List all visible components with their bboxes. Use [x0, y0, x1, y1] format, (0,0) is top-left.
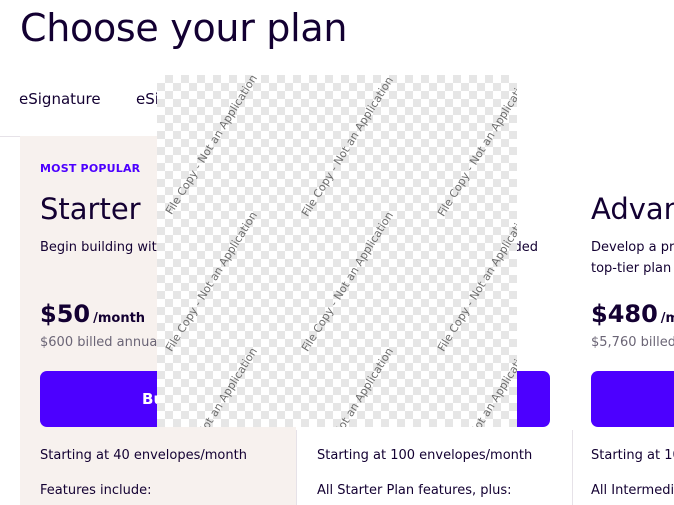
- plan-price: $480/mo: [591, 300, 674, 328]
- watermark-text: File Copy - Not an Application: [163, 209, 260, 354]
- envelope-allowance: Starting at 100 envelopes/month: [317, 448, 533, 463]
- watermark-text: File Copy - Not an Application: [299, 345, 396, 427]
- features-heading: Features include:: [40, 483, 152, 498]
- buy-advanced-button[interactable]: [591, 371, 674, 427]
- watermark-text: File Copy - Not an Application: [299, 209, 396, 354]
- plan-card-advanced: Advan Develop a pre top-tier plan $480/m…: [572, 136, 674, 505]
- plan-price: $50/month: [40, 300, 145, 328]
- billed-annually: $5,760 billed: [591, 335, 674, 350]
- price-amount: $480: [591, 300, 658, 328]
- page-title: Choose your plan: [20, 6, 348, 50]
- watermark-text: File Copy - Not an Application: [163, 75, 260, 217]
- features-heading: All Starter Plan features, plus:: [317, 483, 512, 498]
- price-period: /month: [93, 311, 146, 326]
- watermark-text: File Copy - Not an Application: [163, 345, 260, 427]
- tab-esignature[interactable]: eSignature: [19, 90, 101, 108]
- envelope-allowance: Starting at 40 envelopes/month: [40, 448, 247, 463]
- plan-features-advanced: Starting at 10 All Intermedi: [572, 430, 674, 505]
- watermark-text: File Copy - Not an Application: [299, 75, 396, 219]
- price-amount: $50: [40, 300, 91, 328]
- billed-annually: $600 billed annual: [40, 335, 161, 350]
- plan-description: Develop a pre top-tier plan: [591, 240, 674, 276]
- plan-name: Starter: [40, 192, 141, 226]
- watermark-text: File Copy - Not an Application: [435, 75, 517, 219]
- watermark-text: File Copy - Not an Application: [435, 345, 517, 427]
- envelope-allowance: Starting at 10: [591, 448, 674, 463]
- file-copy-watermark: File Copy - Not an Application File Copy…: [157, 75, 517, 427]
- plan-features-starter: Starting at 40 envelopes/month Features …: [20, 430, 296, 505]
- price-period: /mo: [660, 311, 674, 326]
- features-heading: All Intermedi: [591, 483, 674, 498]
- plan-features-standard: Starting at 100 envelopes/month All Star…: [296, 430, 572, 505]
- tab-second-product[interactable]: eSi: [136, 90, 159, 108]
- watermark-text: File Copy - Not an Application: [435, 209, 517, 354]
- most-popular-badge: MOST POPULAR: [40, 162, 141, 175]
- plan-name: Advan: [591, 192, 674, 226]
